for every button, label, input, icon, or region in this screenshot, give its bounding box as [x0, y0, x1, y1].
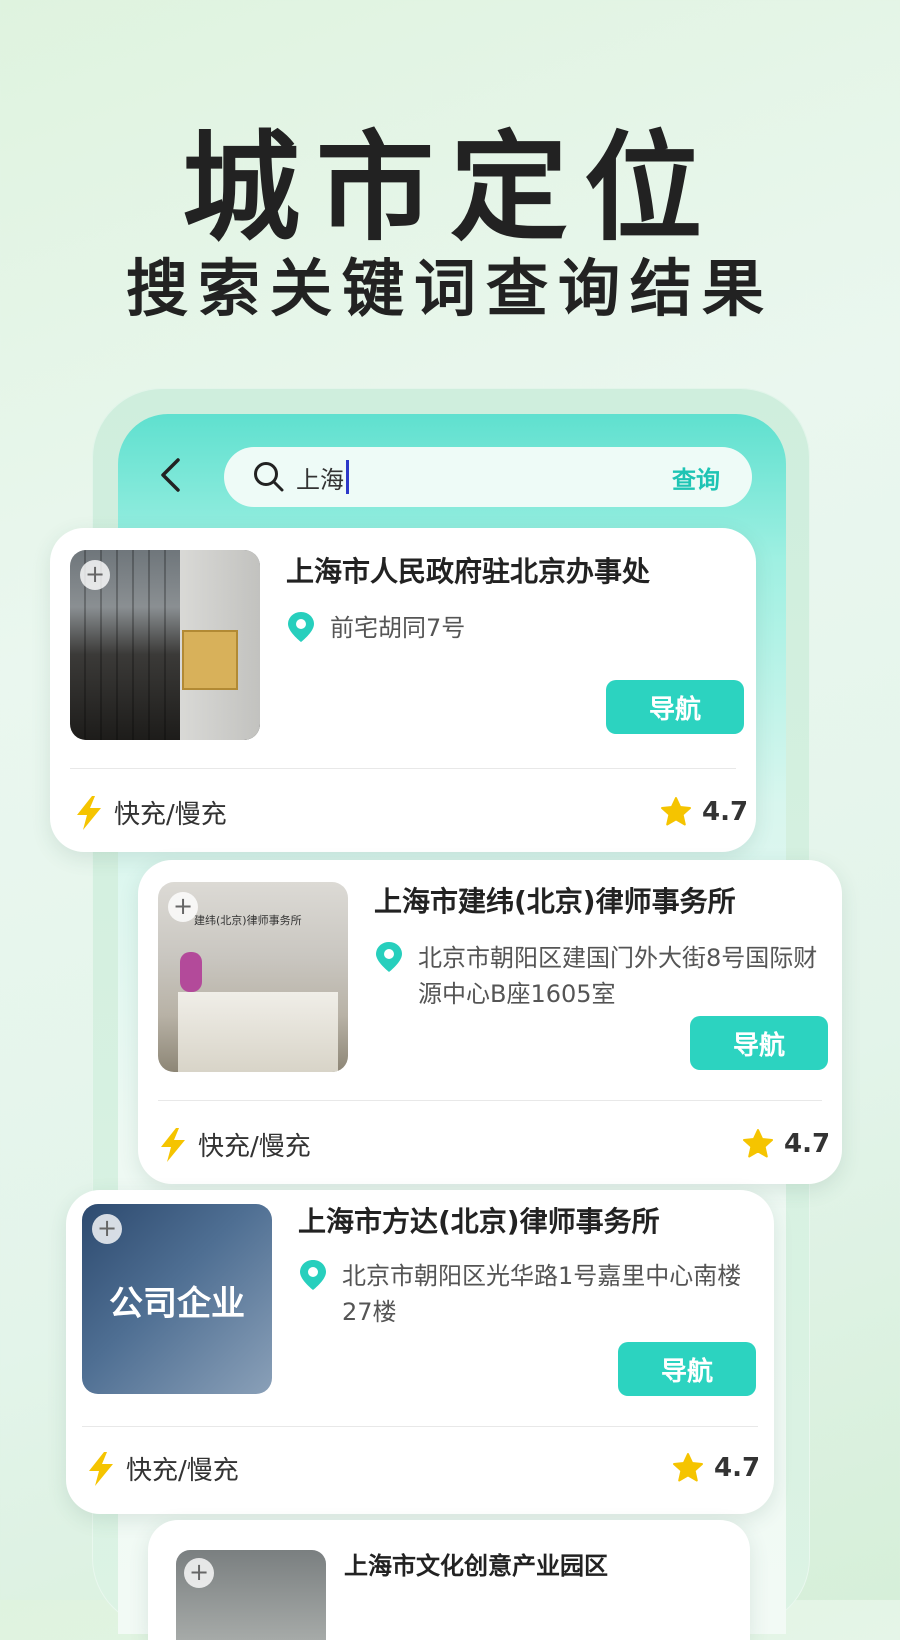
back-button[interactable]: [150, 450, 190, 500]
search-query: 上海: [296, 465, 344, 494]
plus-icon[interactable]: +: [80, 560, 110, 590]
lightning-icon: [89, 1451, 113, 1486]
hero-subtitle: 搜索关键词查询结果: [125, 252, 774, 325]
star-icon: [673, 1453, 703, 1482]
divider: [70, 768, 736, 769]
navigate-button[interactable]: 导航: [618, 1342, 756, 1396]
result-card[interactable]: + 上海市文化创意产业园区: [148, 1520, 750, 1640]
place-address: 北京市朝阳区建国门外大街8号国际财源中心B座1605室: [418, 944, 818, 1008]
charge-type: 快充/慢充: [198, 1132, 311, 1162]
place-name: 上海市人民政府驻北京办事处: [286, 555, 651, 588]
search-input[interactable]: 上海: [296, 460, 626, 495]
place-photo: +: [70, 550, 260, 740]
plus-icon[interactable]: +: [168, 892, 198, 922]
divider: [82, 1426, 758, 1427]
search-button[interactable]: 查询: [672, 460, 720, 495]
result-card[interactable]: 建纬(北京)律师事务所 + 上海市建纬(北京)律师事务所 北京市朝阳区建国门外大…: [138, 860, 842, 1184]
lightning-icon: [161, 1127, 185, 1162]
place-name: 上海市文化创意产业园区: [344, 1552, 608, 1580]
location-pin-icon: [300, 1260, 326, 1290]
plus-icon[interactable]: +: [92, 1214, 122, 1244]
location-pin-icon: [288, 612, 314, 642]
place-name: 上海市方达(北京)律师事务所: [298, 1205, 660, 1238]
lightning-icon: [77, 795, 101, 830]
place-photo: +: [176, 1550, 326, 1640]
search-icon: [252, 460, 286, 494]
rating-value: 4.7: [714, 1453, 761, 1483]
rating-value: 4.7: [702, 797, 749, 827]
place-photo: 建纬(北京)律师事务所 +: [158, 882, 348, 1072]
result-card[interactable]: + 上海市人民政府驻北京办事处 前宅胡同7号 导航 快充/慢充 4.7: [50, 528, 756, 852]
navigate-button[interactable]: 导航: [690, 1016, 828, 1070]
location-pin-icon: [376, 942, 402, 972]
place-address: 北京市朝阳区光华路1号嘉里中心南楼27楼: [342, 1262, 742, 1326]
place-address: 前宅胡同7号: [330, 614, 466, 642]
result-card[interactable]: 公司企业 + 上海市方达(北京)律师事务所 北京市朝阳区光华路1号嘉里中心南楼2…: [66, 1190, 774, 1514]
navigate-button[interactable]: 导航: [606, 680, 744, 734]
thumb-label: 公司企业: [109, 1284, 245, 1324]
divider: [158, 1100, 822, 1101]
charge-type: 快充/慢充: [126, 1456, 239, 1486]
plus-icon[interactable]: +: [184, 1558, 214, 1588]
rating-value: 4.7: [784, 1129, 831, 1159]
chevron-left-icon: [161, 458, 180, 492]
charge-type: 快充/慢充: [114, 800, 227, 830]
star-icon: [743, 1129, 773, 1158]
place-name: 上海市建纬(北京)律师事务所: [374, 885, 736, 918]
text-caret: [346, 460, 349, 494]
search-bar[interactable]: 上海 查询: [224, 447, 752, 507]
place-photo: 公司企业 +: [82, 1204, 272, 1394]
star-icon: [661, 797, 691, 826]
